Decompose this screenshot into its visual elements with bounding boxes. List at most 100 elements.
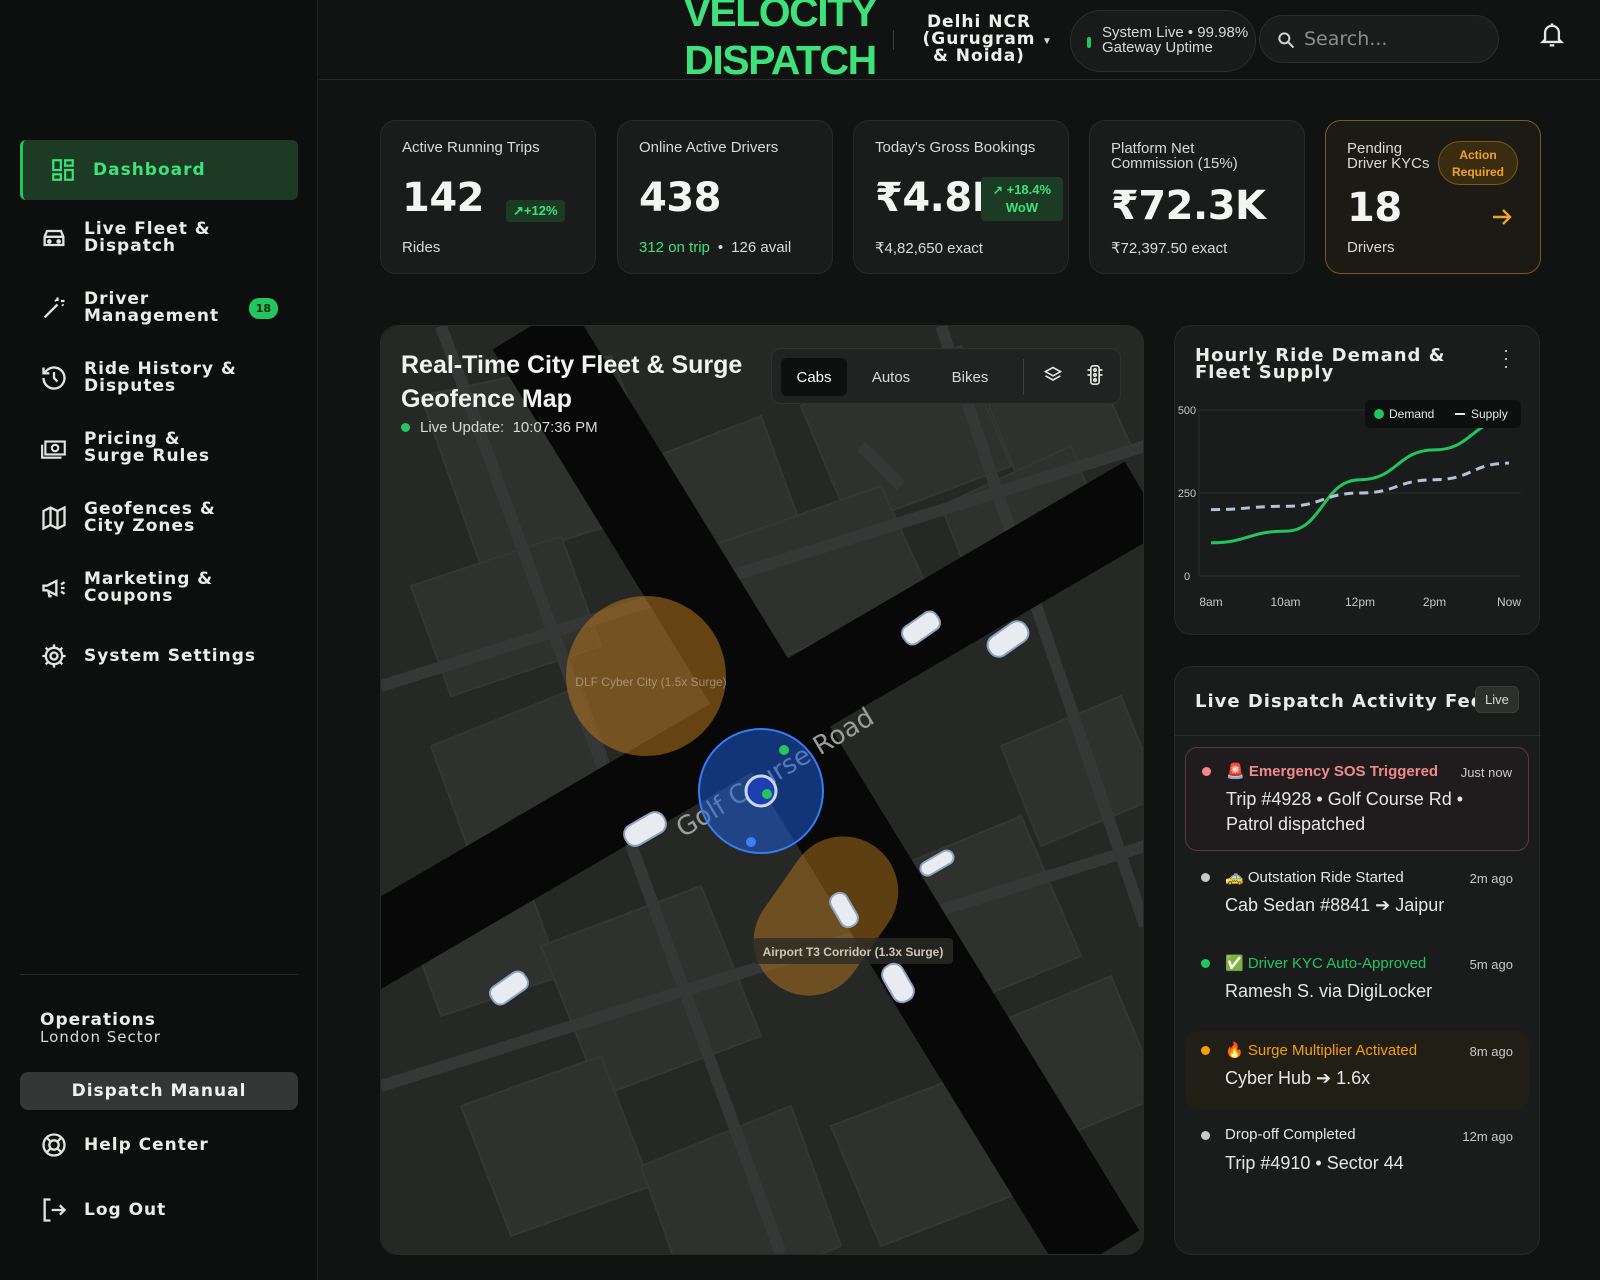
map-title: Real-Time City Fleet & Surge Geofence Ma…	[401, 351, 743, 413]
feed-item-time: Just now	[1460, 765, 1512, 780]
feed-item-time: 8m ago	[1469, 1044, 1513, 1059]
sidebar-item-dashboard[interactable]: Dashboard	[20, 140, 298, 200]
tab-bikes[interactable]: Bikes	[934, 358, 1006, 396]
kpi-card-commission[interactable]: Platform Net Commission (15%) ₹72.3K ₹72…	[1089, 120, 1305, 274]
driver-icon	[43, 297, 65, 319]
feed-item-surge[interactable]: 🔥 Surge Multiplier Activated 8m ago Cybe…	[1185, 1031, 1529, 1109]
sidebar-item-driver-management[interactable]: Driver Management 18	[20, 290, 298, 326]
kpi-label: Today's Gross Bookings	[875, 139, 1036, 156]
live-label: Live Update:	[420, 419, 505, 436]
sidebar-item-settings[interactable]: System Settings	[20, 642, 298, 670]
arrow-right-icon[interactable]	[1490, 205, 1514, 229]
region-selector[interactable]: Delhi NCR (Gurugram & Noida)	[920, 14, 1038, 65]
notification-bell-icon[interactable]	[1538, 20, 1566, 50]
logout-icon	[43, 1198, 67, 1222]
series-line-supply	[1210, 461, 1510, 512]
gear-icon	[42, 644, 66, 668]
layers-icon[interactable]	[1043, 365, 1063, 385]
system-status-text: System Live • 99.98% Gateway Uptime	[1102, 24, 1249, 56]
trend-badge: ↗+12%	[506, 200, 565, 222]
feed-dot	[1201, 873, 1210, 882]
feed-item-kyc[interactable]: ✅ Driver KYC Auto-Approved 5m ago Ramesh…	[1185, 947, 1529, 1023]
feed-item-time: 2m ago	[1469, 871, 1513, 886]
fleet-map[interactable]: DLF Cyber City (1.5x Surge) Airport T3 C…	[381, 326, 1144, 1254]
kpi-sub: Drivers	[1347, 239, 1395, 256]
x-tick-label: 8am	[1199, 595, 1222, 609]
chevron-down-icon[interactable]: ▼	[1042, 36, 1052, 47]
kpi-sub: ₹72,397.50 exact	[1111, 240, 1228, 257]
x-tick-label: 10am	[1270, 595, 1300, 609]
feed-item-dropoff[interactable]: Drop-off Completed 12m ago Trip #4910 • …	[1185, 1119, 1529, 1195]
action-required-badge: Action Required	[1438, 141, 1518, 185]
map-icon	[42, 505, 66, 531]
feed-item-title: Drop-off Completed	[1225, 1126, 1356, 1143]
trend-value: +12%	[523, 203, 558, 218]
driver-count-badge: 18	[248, 297, 278, 319]
sidebar-item-marketing[interactable]: Marketing & Coupons	[20, 570, 298, 606]
sidebar-item-label: Dashboard	[93, 159, 206, 180]
feed-dot	[1202, 767, 1211, 776]
header-separator	[893, 30, 894, 50]
sidebar-item-pricing[interactable]: Pricing & Surge Rules	[20, 430, 298, 466]
feed-item-body: Ramesh S. via DigiLocker	[1225, 981, 1433, 1001]
sidebar-item-label: Geofences & City Zones	[84, 499, 216, 536]
traffic-light-icon[interactable]	[1085, 364, 1105, 386]
fleet-map-panel: DLF Cyber City (1.5x Surge) Airport T3 C…	[380, 325, 1144, 1255]
surge-zone-label-airport: Airport T3 Corridor (1.3x Surge)	[763, 945, 944, 959]
kpi-card-pending-kyc[interactable]: Pending Driver KYCs Action Required 18 D…	[1325, 120, 1541, 274]
kpi-label: Active Running Trips	[402, 139, 540, 156]
sidebar: Dashboard Live Fleet & Dispatch Driver M…	[0, 0, 318, 1280]
feed-divider	[1175, 735, 1541, 736]
feed-item-body: Cab Sedan #8841 ➔ Jaipur	[1225, 895, 1445, 915]
demand-supply-chart: 0 250 500 8am 10am 12pm 2pm Now Demand Supply	[1178, 400, 1521, 609]
tab-cabs[interactable]: Cabs	[781, 358, 847, 396]
trend-value: +18.4%	[1006, 182, 1052, 197]
drivers-available: 126 avail	[731, 239, 792, 256]
feed-title: Live Dispatch Activity Feed	[1195, 691, 1498, 712]
trend-period: WoW	[1005, 200, 1039, 215]
live-time: 10:07:36 PM	[512, 419, 598, 436]
sidebar-item-label: System Settings	[84, 645, 256, 666]
kpi-value: 438	[639, 175, 722, 221]
kpi-card-online-drivers[interactable]: Online Active Drivers 438 312 on trip • 12…	[617, 120, 833, 274]
status-indicator	[1087, 37, 1091, 48]
kpi-label: Online Active Drivers	[639, 139, 779, 156]
kpi-sub: 312 on trip • 126 avail	[639, 239, 792, 256]
sidebar-item-geofences[interactable]: Geofences & City Zones	[20, 500, 298, 536]
feed-item-time: 12m ago	[1462, 1129, 1513, 1144]
kpi-value: 142	[402, 175, 485, 221]
live-indicator	[401, 423, 410, 432]
legend-marker-demand	[1374, 409, 1384, 419]
operations-sector: London Sector	[40, 1028, 161, 1046]
dashboard-icon	[52, 159, 74, 181]
lifebuoy-icon	[42, 1133, 66, 1157]
brand-line-1: VELOCITY	[683, 0, 878, 35]
help-center-link[interactable]: Help Center	[20, 1130, 298, 1160]
live-badge: Live	[1475, 686, 1519, 713]
y-tick-label: 500	[1178, 405, 1196, 417]
feed-item-time: 5m ago	[1469, 957, 1513, 972]
top-bar: VELOCITY DISPATCH Delhi NCR (Gurugram & …	[319, 0, 1600, 83]
tab-autos[interactable]: Autos	[854, 358, 928, 396]
kpi-card-gross-bookings[interactable]: Today's Gross Bookings ₹4.8L ↗ +18.4% Wo…	[853, 120, 1069, 274]
sidebar-item-label: Marketing & Coupons	[84, 569, 214, 606]
sidebar-item-label: Live Fleet & Dispatch	[84, 219, 211, 256]
megaphone-icon	[42, 579, 66, 598]
logout-link[interactable]: Log Out	[20, 1195, 298, 1225]
kpi-card-active-trips[interactable]: Active Running Trips 142 ↗+12% Rides	[380, 120, 596, 274]
sidebar-item-live-fleet[interactable]: Live Fleet & Dispatch	[20, 220, 298, 256]
search-box[interactable]	[1259, 15, 1499, 63]
car-icon	[43, 229, 65, 247]
feed-item-sos[interactable]: 🚨 Emergency SOS Triggered Just now Trip …	[1185, 747, 1529, 851]
toggle-divider	[1023, 359, 1024, 395]
sidebar-item-ride-history[interactable]: Ride History & Disputes	[20, 360, 298, 396]
feed-item-outstation[interactable]: 🚕 Outstation Ride Started 2m ago Cab Sed…	[1185, 861, 1529, 937]
help-center-label: Help Center	[84, 1134, 209, 1155]
feed-dot	[1201, 959, 1210, 968]
kpi-value: 18	[1347, 185, 1402, 231]
history-icon	[42, 366, 66, 390]
search-input[interactable]	[1304, 24, 1484, 54]
dispatch-manual-button[interactable]: Dispatch Manual	[20, 1072, 298, 1110]
search-icon	[1278, 32, 1295, 49]
feed-dot	[1201, 1131, 1210, 1140]
